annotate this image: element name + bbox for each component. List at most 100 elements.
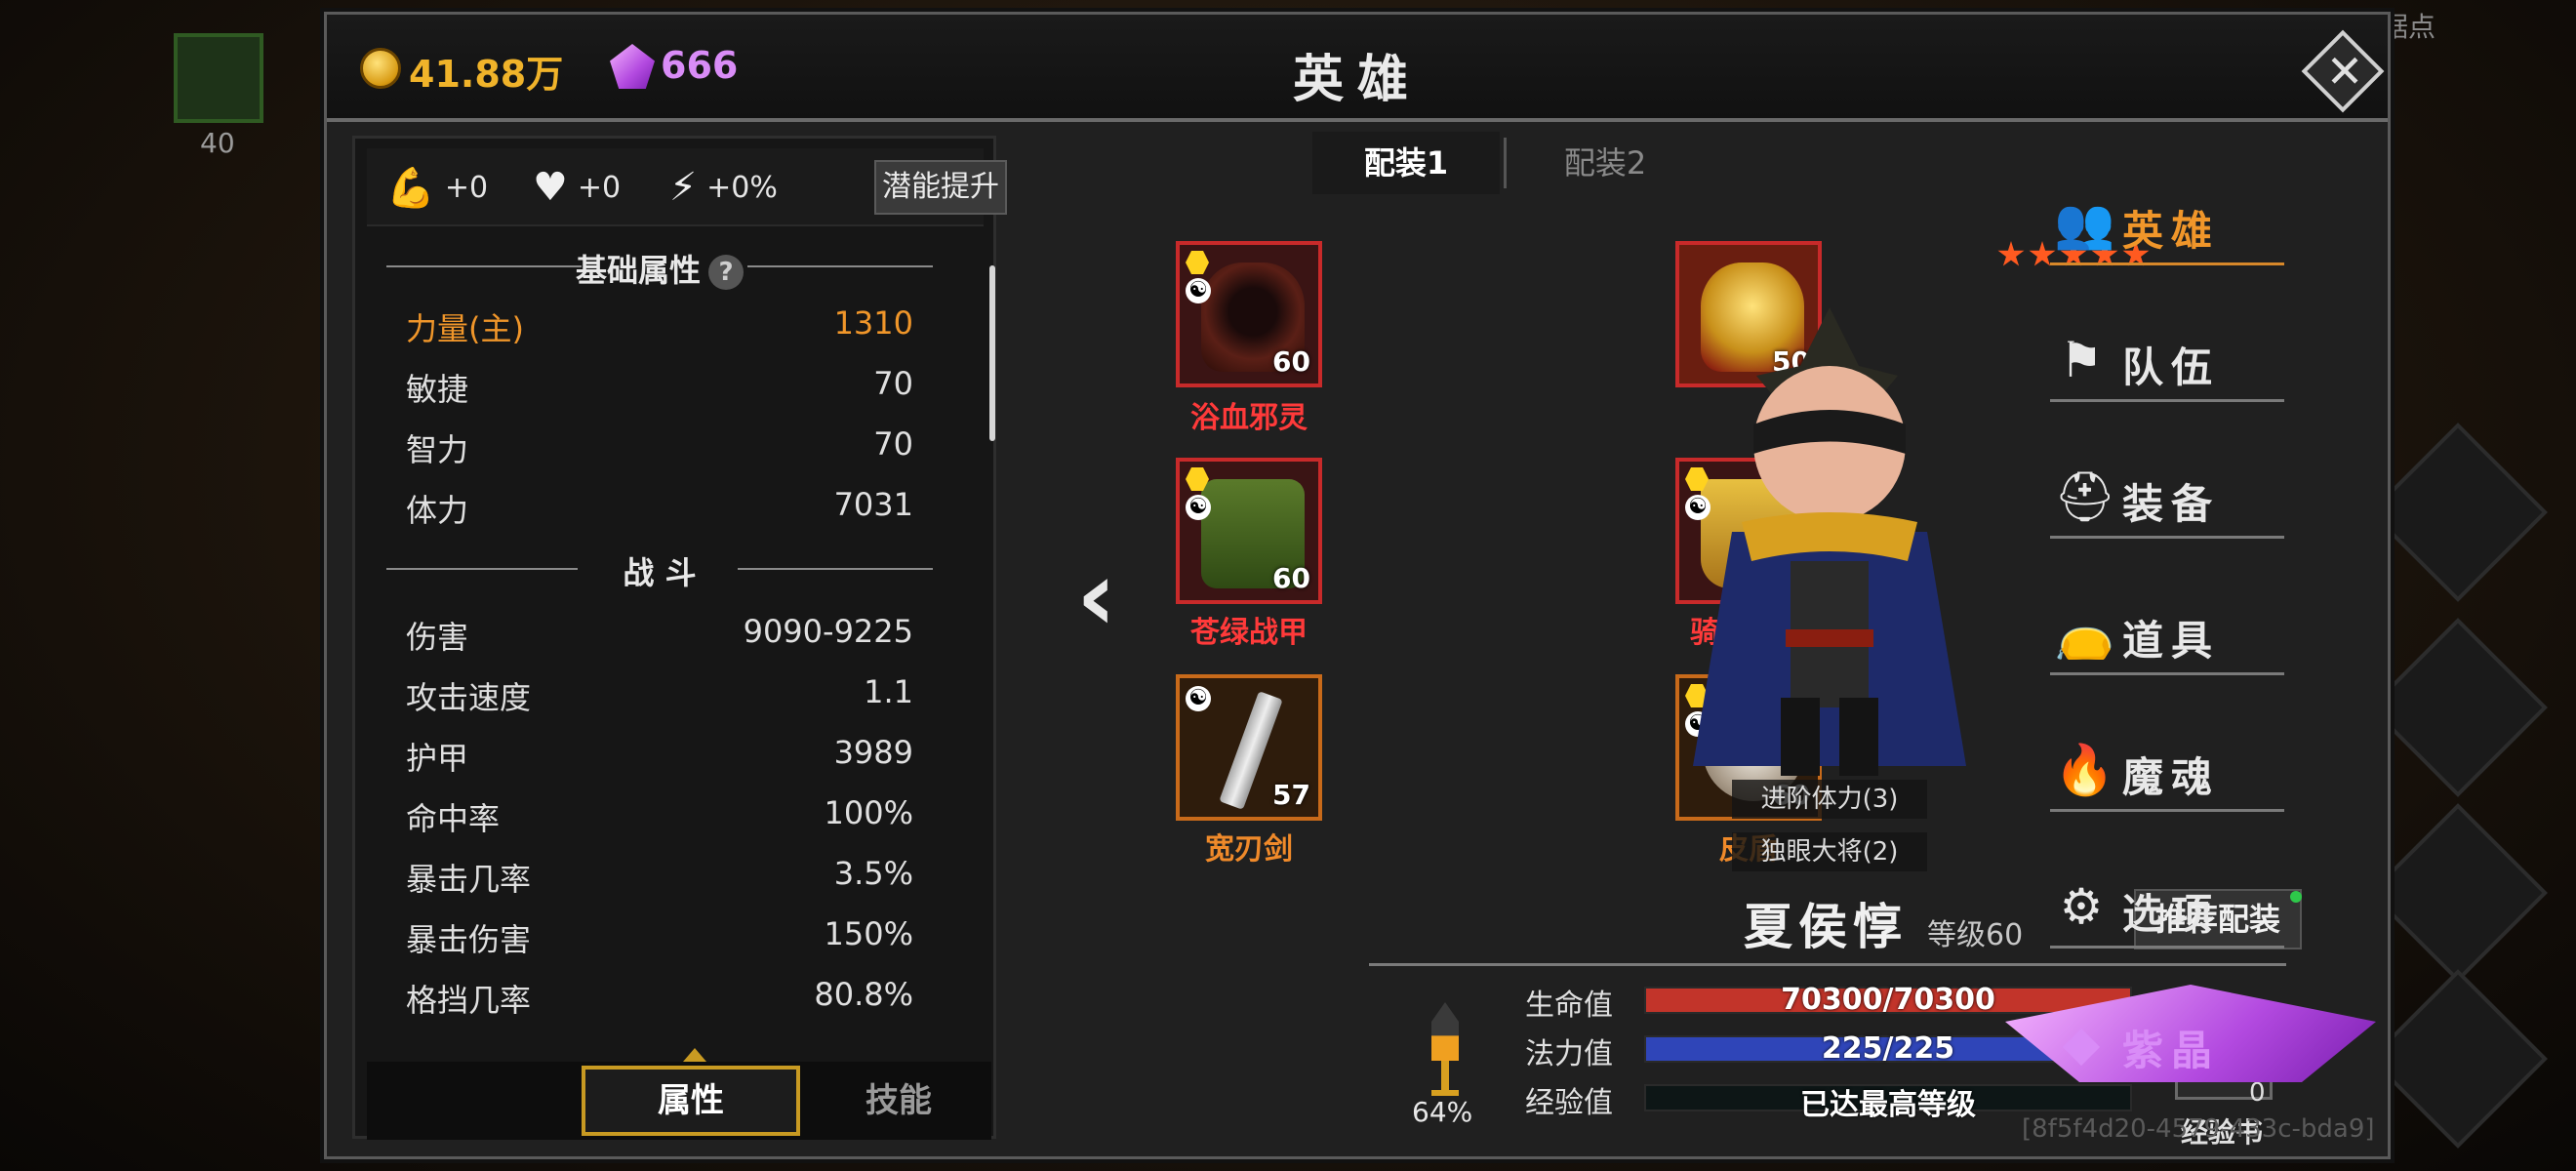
divider xyxy=(2050,399,2284,402)
stat-row: 力量(主) 1310 xyxy=(406,297,913,351)
tab-attributes[interactable]: 属性 xyxy=(582,1066,800,1136)
stats-scrollbar[interactable] xyxy=(989,265,995,441)
stat-label: 暴击伤害 xyxy=(406,921,532,958)
tab-loadout-1[interactable]: 配装1 xyxy=(1312,132,1500,194)
hero-name: 夏侯惇 xyxy=(1744,899,1908,955)
stat-value: 7031 xyxy=(833,486,913,523)
background-item-tile xyxy=(174,33,263,123)
attribute-skill-tabs: 属性 技能 xyxy=(367,1048,991,1140)
item-name: 浴血邪灵 xyxy=(1190,401,1308,435)
divider xyxy=(2050,946,2284,949)
stat-row: 敏捷 70 xyxy=(406,357,913,412)
potion-percent: 64% xyxy=(1412,1096,1473,1128)
yin-yang-icon: ☯ xyxy=(1186,278,1211,303)
potion-icon[interactable] xyxy=(1426,1002,1465,1100)
energy-potential-value: +0% xyxy=(706,170,778,205)
amethyst-icon: ◆ xyxy=(2062,1015,2101,1071)
divider xyxy=(2050,809,2284,812)
stats-list[interactable]: 基础属性? 力量(主) 1310 敏捷 70 智力 70 体力 7031 战 斗… xyxy=(367,236,984,1036)
divider xyxy=(2050,672,2284,675)
stat-row: 伤害 9090-9225 xyxy=(406,605,913,660)
stat-row: 命中率 100% xyxy=(406,787,913,841)
background-item-count: 40 xyxy=(200,127,235,159)
equip-slot-weapon[interactable]: ☯ 57 xyxy=(1176,674,1322,821)
stat-label: 敏捷 xyxy=(406,371,469,408)
stat-label: 力量(主) xyxy=(406,310,524,347)
nav-item-label: 装备 xyxy=(2122,480,2221,528)
stat-row: 暴击伤害 150% xyxy=(406,908,913,962)
yin-yang-icon: ☯ xyxy=(1186,495,1211,520)
stat-label: 智力 xyxy=(406,431,469,468)
hp-bar: 70300/70300 xyxy=(1644,983,2132,1017)
nav-item-label: 队伍 xyxy=(2122,343,2221,391)
hp-label: 生命值 xyxy=(1525,989,1613,1023)
item-level: 57 xyxy=(1272,779,1310,811)
potential-upgrade-button[interactable]: 潜能提升 xyxy=(874,160,1007,215)
active-underline xyxy=(2050,262,2284,265)
stat-label: 格挡几率 xyxy=(406,982,532,1019)
hero-dialog: 41.88万 666 英雄 ✕ 💪 +0 ♥ +0 ⚡ +0% 潜能提升 基础属… xyxy=(324,12,2391,1159)
stat-label: 暴击几率 xyxy=(406,861,532,898)
stat-row: 智力 70 xyxy=(406,418,913,472)
hero-buff-tag[interactable]: 独眼大将(2) xyxy=(1732,832,1927,871)
stat-value: 3.5% xyxy=(833,855,913,892)
strength-potential-value: +0 xyxy=(444,170,489,205)
stat-value: 1.1 xyxy=(864,673,913,710)
build-id: [8f5f4d20-4579-433c-bda9] xyxy=(2022,1114,2375,1144)
stat-value: 3989 xyxy=(833,734,913,771)
heart-icon: ♥ xyxy=(533,165,568,210)
mp-label: 法力值 xyxy=(1525,1037,1613,1071)
base-attributes-title: 基础属性 xyxy=(575,252,701,289)
item-name: 宽刃剑 xyxy=(1205,832,1293,867)
nav-item-label: 魔魂 xyxy=(2122,753,2221,801)
helmet-icon: ⛑ xyxy=(2054,468,2116,525)
yin-yang-icon: ☯ xyxy=(1186,686,1211,711)
nav-item-equipment[interactable]: ⛑ 装备 xyxy=(2005,438,2376,539)
exp-book-count: 0 xyxy=(2249,1078,2266,1108)
nav-item-label: 英雄 xyxy=(2122,207,2221,255)
strength-potential: 💪 +0 xyxy=(386,166,489,211)
nav-item-options[interactable]: ⚙ 选项 xyxy=(2005,848,2376,949)
stat-row: 护甲 3989 xyxy=(406,726,913,781)
hero-character-model[interactable] xyxy=(1673,307,1986,795)
health-potential: ♥ +0 xyxy=(533,165,621,210)
energy-potential: ⚡ +0% xyxy=(669,165,778,210)
exp-label: 经验值 xyxy=(1525,1086,1613,1120)
previous-hero-arrow-icon[interactable]: ‹ xyxy=(1076,547,1116,645)
stat-label: 攻击速度 xyxy=(406,679,532,716)
tab-loadout-2[interactable]: 配装2 xyxy=(1511,132,1699,194)
stat-row: 攻击速度 1.1 xyxy=(406,666,913,720)
stat-row: 体力 7031 xyxy=(406,478,913,533)
stat-value: 150% xyxy=(824,915,913,952)
gear-icon: ⚙ xyxy=(2059,878,2104,935)
stat-value: 9090-9225 xyxy=(743,613,913,650)
divider xyxy=(2050,536,2284,539)
nav-item-label: 道具 xyxy=(2122,617,2221,665)
nav-item-team[interactable]: ⚑ 队伍 xyxy=(2005,302,2376,402)
lightning-icon: ⚡ xyxy=(669,165,698,210)
flag-icon: ⚑ xyxy=(2059,332,2104,388)
quality-gem-icon xyxy=(1186,251,1209,274)
nav-item-label: 选项 xyxy=(2122,890,2221,938)
stat-value: 70 xyxy=(873,425,913,463)
nav-item-hero[interactable]: 👥 英雄 xyxy=(2005,165,2376,265)
nav-item-soul[interactable]: 🔥 魔魂 xyxy=(2005,711,2376,812)
tab-skills[interactable]: 技能 xyxy=(806,1066,991,1136)
item-level: 60 xyxy=(1272,562,1310,594)
bag-icon: 👝 xyxy=(2054,605,2115,662)
close-icon[interactable]: ✕ xyxy=(2325,44,2364,99)
equip-slot-armor[interactable]: ☯ 60 xyxy=(1176,458,1322,604)
stat-label: 伤害 xyxy=(406,619,469,656)
item-name: 苍绿战甲 xyxy=(1190,616,1308,650)
nav-item-items[interactable]: 👝 道具 xyxy=(2005,575,2376,675)
hero-icon: 👥 xyxy=(2054,195,2115,252)
help-icon[interactable]: ? xyxy=(708,255,744,290)
equip-slot-helmet[interactable]: ☯ 60 xyxy=(1176,241,1322,387)
stat-label: 体力 xyxy=(406,492,469,529)
potential-bar: 💪 +0 ♥ +0 ⚡ +0% 潜能提升 xyxy=(367,148,1007,226)
page-title: 英雄 xyxy=(1292,51,1422,109)
divider xyxy=(1504,138,1507,188)
hero-buff-tag[interactable]: 进阶体力(3) xyxy=(1732,780,1927,819)
stat-value: 100% xyxy=(824,794,913,831)
stat-label: 命中率 xyxy=(406,800,501,837)
